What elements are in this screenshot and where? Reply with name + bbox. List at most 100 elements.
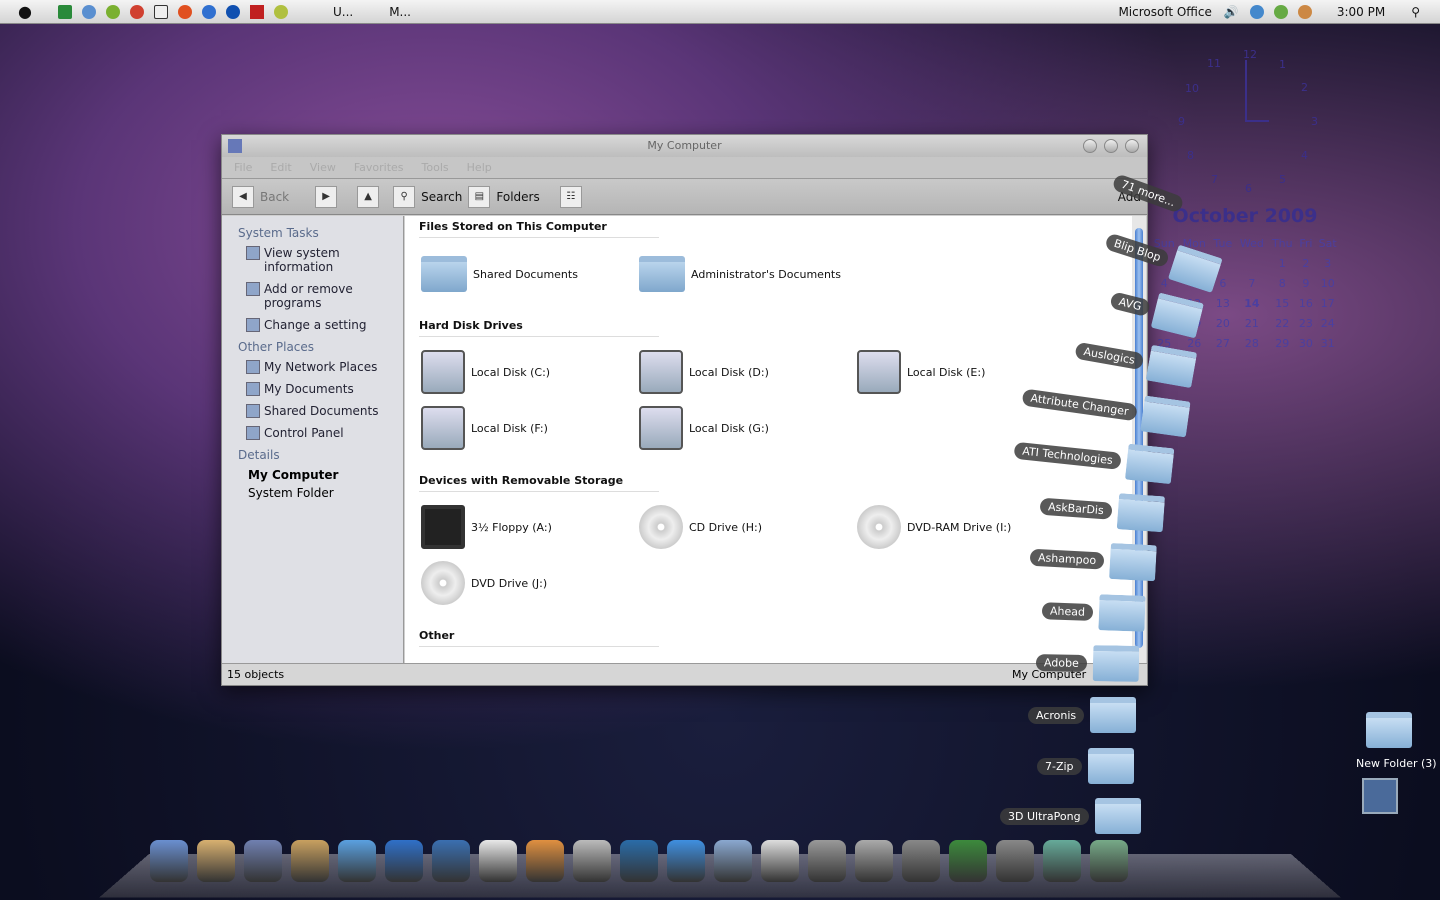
dock-app-icon[interactable] [573, 840, 611, 882]
dock-app-icon[interactable] [902, 840, 940, 882]
disk-item[interactable]: Local Disk (F:) [421, 406, 548, 450]
close-button[interactable] [1125, 139, 1139, 153]
new-folder-desktop-icon[interactable] [1366, 712, 1412, 748]
dock-app-icon[interactable] [996, 840, 1034, 882]
dock-app-icon[interactable] [949, 840, 987, 882]
tray-icon[interactable] [1273, 4, 1288, 19]
menu-help[interactable]: Help [467, 157, 492, 178]
up-button[interactable]: ▲ [357, 185, 380, 208]
control-panel-link[interactable]: Control Panel [246, 426, 403, 440]
cd-drive-item[interactable]: CD Drive (H:) [639, 505, 762, 549]
app-icon[interactable] [105, 4, 120, 19]
folders-button[interactable]: Folders [496, 190, 539, 204]
change-setting-link[interactable]: Change a setting [246, 318, 403, 332]
stack-item[interactable]: 3D UltraPong [1000, 798, 1141, 834]
disk-item[interactable]: Local Disk (C:) [421, 350, 550, 394]
stack-item[interactable]: Ashampoo [1029, 539, 1157, 582]
my-documents-link[interactable]: My Documents [246, 382, 403, 396]
app-icon[interactable] [81, 4, 96, 19]
add-remove-programs-link[interactable]: Add or remove programs [246, 282, 403, 310]
dock-app-icon[interactable] [150, 840, 188, 882]
clock-number: 3 [1311, 115, 1318, 128]
spotlight-search-icon[interactable]: ⚲ [1411, 5, 1420, 19]
details-heading[interactable]: Details [238, 448, 403, 462]
window-title: My Computer [647, 139, 722, 152]
menu-favorites[interactable]: Favorites [354, 157, 404, 178]
menu-view[interactable]: View [310, 157, 336, 178]
disk-item[interactable]: Local Disk (D:) [639, 350, 769, 394]
network-places-link[interactable]: My Network Places [246, 360, 403, 374]
stack-item[interactable]: 7-Zip [1037, 748, 1134, 784]
dock-app-icon[interactable] [338, 840, 376, 882]
dock-app-icon[interactable] [1090, 840, 1128, 882]
dock-app-icon[interactable] [1043, 840, 1081, 882]
apple-icon[interactable]: ● [18, 2, 32, 21]
task-item[interactable]: M... [389, 5, 411, 19]
back-label[interactable]: Back [260, 190, 289, 204]
active-app[interactable]: Microsoft Office [1118, 5, 1211, 19]
disk-item[interactable]: Local Disk (E:) [857, 350, 985, 394]
dock-app-icon[interactable] [761, 840, 799, 882]
dock-app-icon[interactable] [808, 840, 846, 882]
cd-icon [857, 505, 901, 549]
dvd-drive-item[interactable]: DVD Drive (J:) [421, 561, 547, 605]
stack-item-label: Adobe [1035, 653, 1087, 672]
title-bar[interactable]: My Computer [222, 135, 1147, 157]
stack-item[interactable]: Adobe [1035, 644, 1140, 682]
clock-number: 5 [1279, 173, 1286, 186]
clock-number: 8 [1187, 149, 1194, 162]
folders-icon[interactable]: ▤ [468, 185, 491, 208]
app-icon[interactable] [57, 4, 72, 19]
dock-app-icon[interactable] [526, 840, 564, 882]
download-icon[interactable] [1362, 778, 1398, 814]
disk-item[interactable]: Local Disk (G:) [639, 406, 769, 450]
info-icon [246, 246, 260, 260]
dock-app-icon[interactable] [667, 840, 705, 882]
dock-app-icon[interactable] [197, 840, 235, 882]
shared-documents-item[interactable]: Shared Documents [421, 256, 578, 292]
dock-app-icon[interactable] [432, 840, 470, 882]
object-count: 15 objects [227, 668, 285, 681]
maximize-button[interactable] [1104, 139, 1118, 153]
other-places-heading[interactable]: Other Places [238, 340, 403, 354]
dock-app-icon[interactable] [620, 840, 658, 882]
app-icon[interactable] [153, 4, 168, 19]
floppy-item[interactable]: 3½ Floppy (A:) [421, 505, 552, 549]
volume-icon[interactable]: 🔊 [1224, 5, 1239, 19]
app-icon[interactable] [177, 4, 192, 19]
dock-app-icon[interactable] [714, 840, 752, 882]
tray-icon[interactable] [1249, 4, 1264, 19]
app-icon[interactable] [273, 4, 288, 19]
stack-item[interactable]: Acronis [1028, 697, 1137, 733]
menu-file[interactable]: File [234, 157, 252, 178]
app-icon[interactable] [249, 4, 264, 19]
forward-button[interactable]: ▶ [315, 185, 338, 208]
back-button[interactable]: ◀ [232, 185, 254, 208]
search-button[interactable]: Search [421, 190, 462, 204]
menu-edit[interactable]: Edit [270, 157, 291, 178]
system-tasks-heading[interactable]: System Tasks [238, 226, 403, 240]
stack-item[interactable]: Ahead [1041, 592, 1146, 632]
minimize-button[interactable] [1083, 139, 1097, 153]
menu-tools[interactable]: Tools [422, 157, 449, 178]
tray-icon[interactable] [1297, 4, 1312, 19]
dock-app-icon[interactable] [479, 840, 517, 882]
search-icon[interactable]: ⚲ [393, 185, 416, 208]
views-button[interactable]: ☷ [559, 185, 582, 208]
hard-disk-icon [639, 350, 683, 394]
app-icon[interactable] [129, 4, 144, 19]
admin-documents-item[interactable]: Administrator's Documents [639, 256, 841, 292]
dock-app-icon[interactable] [855, 840, 893, 882]
clock-time[interactable]: 3:00 PM [1337, 5, 1385, 19]
stack-item-label: 7-Zip [1037, 757, 1082, 775]
dvd-ram-item[interactable]: DVD-RAM Drive (I:) [857, 505, 1011, 549]
task-item[interactable]: U... [333, 5, 353, 19]
new-folder-label[interactable]: New Folder (3) [1356, 757, 1437, 770]
app-icon[interactable] [225, 4, 240, 19]
dock-app-icon[interactable] [385, 840, 423, 882]
dock-app-icon[interactable] [244, 840, 282, 882]
view-system-info-link[interactable]: View system information [246, 246, 403, 274]
app-icon[interactable] [201, 4, 216, 19]
shared-documents-link[interactable]: Shared Documents [246, 404, 403, 418]
dock-app-icon[interactable] [291, 840, 329, 882]
